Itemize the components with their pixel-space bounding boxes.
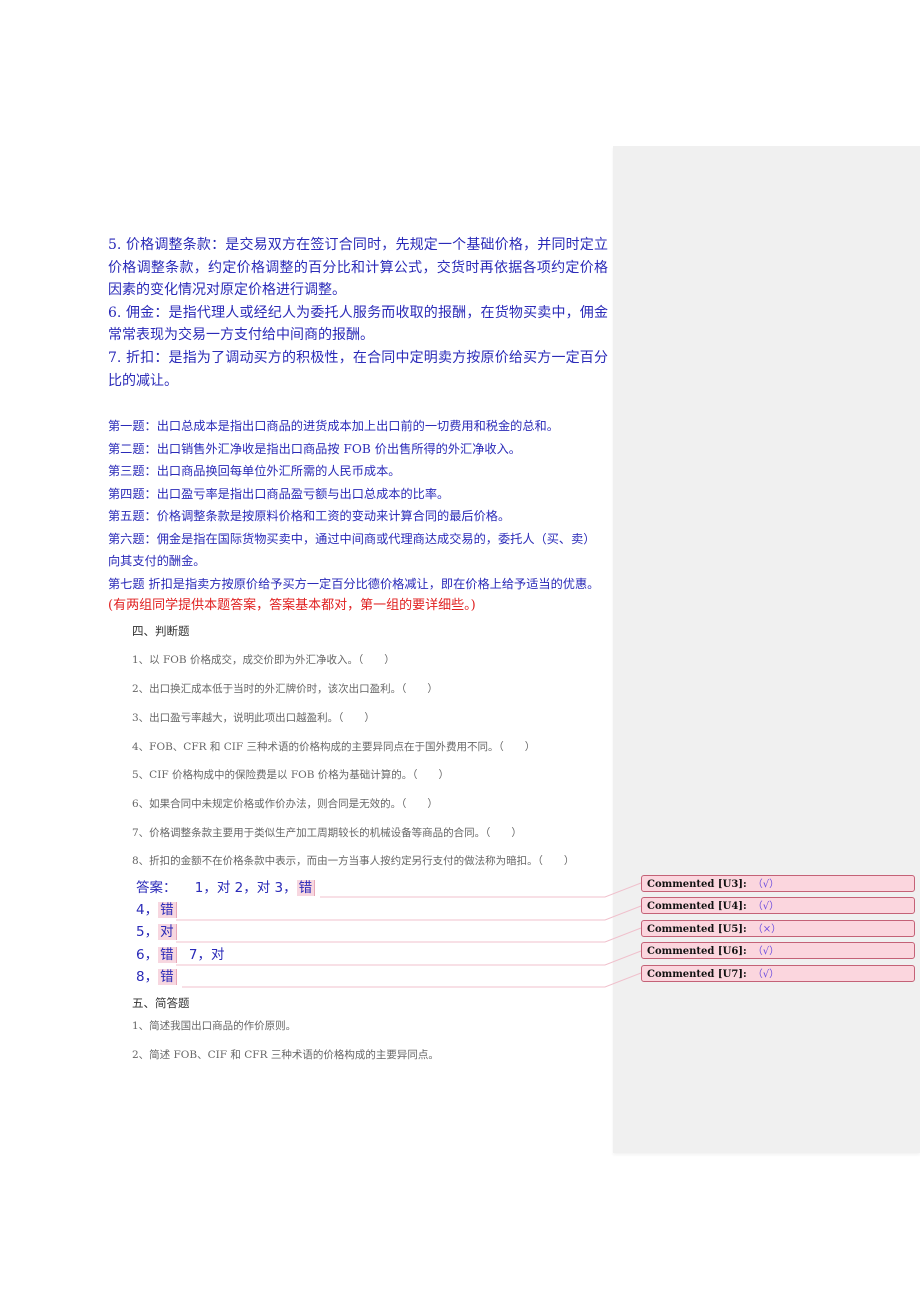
group-answer-item: 向其支付的酬金。 xyxy=(108,554,206,568)
comment-balloon-u6[interactable]: Commented [U6]: （√） xyxy=(641,942,915,959)
true-false-item: 4、FOB、CFR 和 CIF 三种术语的价格构成的主要异同点在于国外费用不同。… xyxy=(132,741,536,753)
group-answer-item: 第五题：价格调整条款是按原料价格和工资的变动来计算合同的最后价格。 xyxy=(108,509,511,523)
comment-text: （×） xyxy=(752,924,782,935)
group-answer-item: 第三题：出口商品换回每单位外汇所需的人民币成本。 xyxy=(108,464,401,478)
commented-text-u4[interactable]: 错 xyxy=(158,902,177,918)
comment-label: Commented [U5]: xyxy=(647,924,747,935)
comment-margin-panel xyxy=(613,146,920,1153)
comment-label: Commented [U7]: xyxy=(647,969,747,980)
commented-text-u6[interactable]: 错 xyxy=(158,947,177,963)
group-answer-item: 第七题 折扣是指卖方按原价给予买方一定百分比德价格减让，即在价格上给予适当的优惠… xyxy=(108,576,600,591)
true-false-item: 8、折扣的金额不在价格条款中表示，而由一方当事人按约定另行支付的做法称为暗扣。（… xyxy=(132,855,575,867)
comment-text: （√） xyxy=(752,969,780,980)
true-false-item: 1、以 FOB 价格成交，成交价即为外汇净收入。（ ） xyxy=(132,654,395,666)
section-title-short-answer: 五、简答题 xyxy=(132,996,190,1010)
commented-text-u3[interactable]: 错 xyxy=(296,880,316,896)
true-false-item: 5、CIF 价格构成中的保险费是以 FOB 价格为基础计算的。（ ） xyxy=(132,769,450,781)
comment-balloon-u5[interactable]: Commented [U5]: （×） xyxy=(641,920,915,937)
section-title-true-false: 四、判断题 xyxy=(132,624,190,638)
definition-item: 7. 折扣：是指为了调动买方的积极性，在合同中定明卖方按原价给买方一定百分比的减… xyxy=(108,349,608,389)
comment-text: （√） xyxy=(752,879,780,890)
comment-text: （√） xyxy=(752,946,780,957)
answer-text: 6， xyxy=(136,947,159,963)
comment-text: （√） xyxy=(752,901,780,912)
answer-line-2: 4，错 xyxy=(136,899,616,921)
commented-text-u7[interactable]: 错 xyxy=(158,969,177,985)
group-answer-item: 第六题：佣金是指在国际货物买卖中，通过中间商或代理商达成交易的，委托人（买、卖） xyxy=(108,531,596,546)
answer-text: 8， xyxy=(136,969,159,985)
short-answer-item: 2、简述 FOB、CIF 和 CFR 三种术语的价格构成的主要异同点。 xyxy=(132,1049,439,1061)
answer-line-5: 8，错 xyxy=(136,966,616,988)
comment-label: Commented [U3]: xyxy=(647,879,747,890)
group-answer-item: 第一题：出口总成本是指出口商品的进货成本加上出口前的一切费用和税金的总和。 xyxy=(108,419,559,433)
answer-text: 5， xyxy=(136,924,159,940)
answer-line-1: 答案： 1，对 2，对 3，错 xyxy=(136,877,616,899)
comment-balloon-u4[interactable]: Commented [U4]: （√） xyxy=(641,897,915,914)
true-false-item: 6、如果合同中未规定价格或作价办法，则合同是无效的。（ ） xyxy=(132,798,438,810)
comment-balloon-u7[interactable]: Commented [U7]: （√） xyxy=(641,965,915,982)
comment-label: Commented [U6]: xyxy=(647,946,747,957)
teacher-note: (有两组同学提供本题答案，答案基本都对，第一组的要详细些。) xyxy=(108,598,476,613)
definition-item: 5. 价格调整条款：是交易双方在签订合同时，先规定一个基础价格，并同时定立价格调… xyxy=(108,237,608,299)
answer-label: 答案： xyxy=(136,880,177,896)
definition-item: 6. 佣金：是指代理人或经纪人为委托人服务而收取的报酬，在货物买卖中，佣金常常表… xyxy=(108,304,608,344)
comment-balloon-u3[interactable]: Commented [U3]: （√） xyxy=(641,875,915,892)
group-answers-block: 第一题：出口总成本是指出口商品的进货成本加上出口前的一切费用和税金的总和。 第二… xyxy=(108,415,618,618)
comment-label: Commented [U4]: xyxy=(647,901,747,912)
answer-line-3: 5，对 xyxy=(136,921,616,943)
definitions-block: 5. 价格调整条款：是交易双方在签订合同时，先规定一个基础价格，并同时定立价格调… xyxy=(108,234,608,392)
answer-text: 4， xyxy=(136,902,159,918)
true-false-item: 7、价格调整条款主要用于类似生产加工周期较长的机械设备等商品的合同。（ ） xyxy=(132,827,522,839)
answer-text: 7，对 xyxy=(188,947,225,963)
short-answer-item: 1、简述我国出口商品的作价原则。 xyxy=(132,1020,297,1032)
group-answer-item: 第二题：出口销售外汇净收是指出口商品按 FOB 价出售所得的外汇净收入。 xyxy=(108,441,521,456)
true-false-item: 2、出口换汇成本低于当时的外汇牌价时，该次出口盈利。（ ） xyxy=(132,683,438,695)
answer-text: 1，对 2，对 3， xyxy=(194,880,297,896)
true-false-item: 3、出口盈亏率越大，说明此项出口越盈利。（ ） xyxy=(132,712,375,724)
group-answer-item: 第四题：出口盈亏率是指出口商品盈亏额与出口总成本的比率。 xyxy=(108,486,450,501)
answer-line-4: 6，错 7，对 xyxy=(136,944,616,966)
commented-text-u5[interactable]: 对 xyxy=(158,924,177,940)
